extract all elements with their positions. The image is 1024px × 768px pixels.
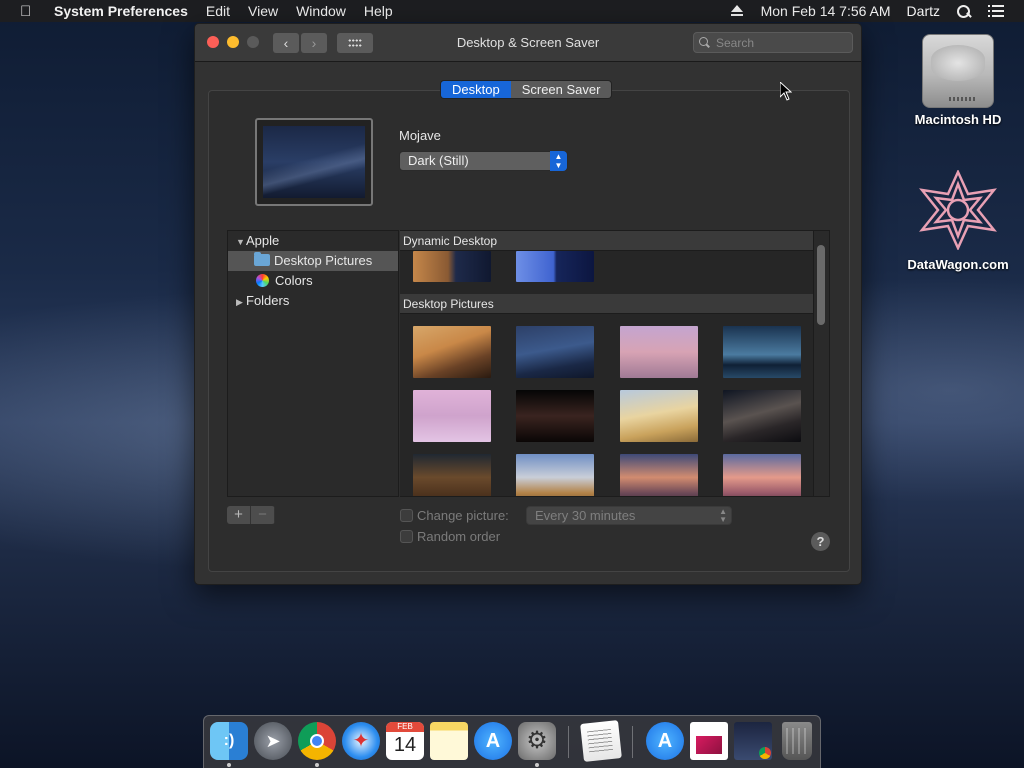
wallpaper-thumb[interactable] (516, 326, 594, 378)
app-store-downloads-icon[interactable]: A (646, 722, 684, 760)
disclosure-collapsed-icon[interactable]: ▶ (236, 292, 246, 312)
wallpaper-thumb-mojave-dynamic[interactable] (413, 251, 491, 282)
hard-drive-icon (922, 34, 994, 108)
disclosure-expanded-icon[interactable]: ▼ (236, 232, 246, 252)
change-interval-popup[interactable]: Every 30 minutes ▲ ▼ (526, 506, 732, 525)
help-button[interactable]: ? (811, 532, 830, 551)
desktop-item-datawagon[interactable]: DataWagon.com (903, 168, 1013, 272)
finder-icon[interactable]: :) (210, 722, 248, 760)
screenshot-icon[interactable] (734, 722, 772, 760)
source-list: ▼Apple Desktop Pictures Colors ▶ Folders (227, 230, 399, 497)
tab-segmented-control: Desktop Screen Saver (440, 80, 613, 99)
change-picture-checkbox[interactable] (400, 509, 413, 522)
search-input[interactable] (716, 35, 846, 50)
app-store-icon[interactable]: A (474, 722, 512, 760)
menu-app-name[interactable]: System Preferences (54, 3, 188, 19)
wallpaper-thumb[interactable] (723, 390, 801, 442)
dock-separator (568, 726, 569, 758)
desktop-screensaver-window: ‹ › Desktop & Screen Saver Desktop Scree… (194, 23, 862, 585)
source-item-label: Apple (246, 233, 280, 248)
appearance-popup-value: Dark (Still) (408, 153, 469, 168)
notes-icon[interactable] (430, 722, 468, 760)
menu-user[interactable]: Dartz (907, 3, 940, 19)
dock-separator (632, 726, 633, 758)
section-header-dynamic-desktop: Dynamic Desktop (400, 231, 814, 251)
source-item-colors[interactable]: Colors (228, 271, 398, 291)
desktop-item-label: Macintosh HD (914, 112, 1002, 127)
preview-image (263, 126, 365, 198)
wallpaper-thumb[interactable] (516, 390, 594, 442)
wallpaper-thumb-solar-gradients[interactable] (516, 251, 594, 282)
menu-edit[interactable]: Edit (206, 3, 230, 19)
datawagon-star-icon (919, 168, 997, 252)
section-header-desktop-pictures: Desktop Pictures (400, 294, 814, 314)
menu-view[interactable]: View (248, 3, 278, 19)
wallpaper-thumb[interactable] (413, 326, 491, 378)
system-preferences-icon[interactable]: ⚙ (518, 722, 556, 760)
wallpaper-thumb[interactable] (516, 454, 594, 496)
appearance-popup[interactable]: Dark (Still) ▲ ▼ (399, 151, 568, 171)
gallery-scrollbar-track[interactable] (813, 231, 829, 496)
wallpaper-thumb[interactable] (413, 390, 491, 442)
menu-window[interactable]: Window (296, 3, 346, 19)
desktop-item-label: DataWagon.com (907, 257, 1009, 272)
source-item-desktop-pictures[interactable]: Desktop Pictures (228, 251, 398, 271)
launchpad-icon[interactable]: ➤ (254, 722, 292, 760)
wallpaper-preview (255, 118, 373, 206)
source-item-apple[interactable]: ▼Apple (228, 231, 398, 251)
running-indicator (535, 763, 539, 767)
tab-screen-saver[interactable]: Screen Saver (510, 81, 612, 98)
apple-menu-icon[interactable]:  (20, 3, 40, 20)
menu-clock[interactable]: Mon Feb 14 7:56 AM (761, 3, 891, 19)
change-picture-label: Change picture: (417, 508, 509, 523)
notification-center-icon[interactable] (988, 4, 1004, 18)
safari-icon[interactable]: ✦ (342, 722, 380, 760)
wallpaper-thumb[interactable] (620, 390, 698, 442)
wallpaper-thumb[interactable] (620, 326, 698, 378)
gallery-scrollbar-thumb[interactable] (817, 245, 825, 325)
running-indicator (315, 763, 319, 767)
wallpaper-thumb[interactable] (723, 454, 801, 496)
wallpaper-thumb[interactable] (413, 454, 491, 496)
random-order-label: Random order (417, 529, 501, 544)
tab-desktop[interactable]: Desktop (441, 81, 511, 98)
textedit-icon[interactable] (580, 720, 622, 762)
trash-icon[interactable] (782, 722, 812, 760)
menu-bar:  System Preferences Edit View Window He… (0, 0, 1024, 22)
source-item-label: Colors (275, 273, 313, 288)
source-item-label: Folders (246, 293, 290, 308)
add-remove-control: + − (227, 506, 275, 524)
color-wheel-icon (256, 274, 269, 287)
remove-folder-button[interactable]: − (251, 506, 275, 524)
calendar-day: 14 (393, 734, 417, 756)
folder-icon (254, 252, 270, 266)
wallpaper-gallery: Dynamic Desktop Desktop Pictures (400, 230, 830, 497)
search-icon (699, 37, 711, 49)
search-field[interactable] (693, 32, 853, 53)
running-indicator (227, 763, 231, 767)
add-folder-button[interactable]: + (227, 506, 251, 524)
change-interval-value: Every 30 minutes (535, 508, 636, 523)
desktop-item-macintosh-hd[interactable]: Macintosh HD (903, 34, 1013, 127)
calendar-month: FEB (386, 722, 424, 732)
preview-document-icon[interactable] (690, 722, 728, 760)
wallpaper-name: Mojave (399, 128, 441, 143)
title-bar[interactable]: ‹ › Desktop & Screen Saver (195, 24, 861, 62)
chrome-icon[interactable] (298, 722, 336, 760)
calendar-icon[interactable]: FEB 14 (386, 722, 424, 760)
spotlight-search-icon[interactable] (956, 4, 972, 18)
eject-icon[interactable] (729, 4, 745, 18)
updown-arrows-icon: ▲ ▼ (550, 151, 567, 171)
updown-arrows-icon: ▲ ▼ (719, 507, 727, 524)
mouse-cursor-icon (780, 82, 792, 101)
dock: :) ➤ ✦ FEB 14 A ⚙ A (203, 715, 821, 768)
source-item-folders[interactable]: ▶ Folders (228, 291, 398, 311)
wallpaper-thumb[interactable] (620, 454, 698, 496)
random-order-checkbox[interactable] (400, 530, 413, 543)
wallpaper-thumb[interactable] (723, 326, 801, 378)
source-item-label: Desktop Pictures (274, 253, 373, 268)
menu-help[interactable]: Help (364, 3, 393, 19)
